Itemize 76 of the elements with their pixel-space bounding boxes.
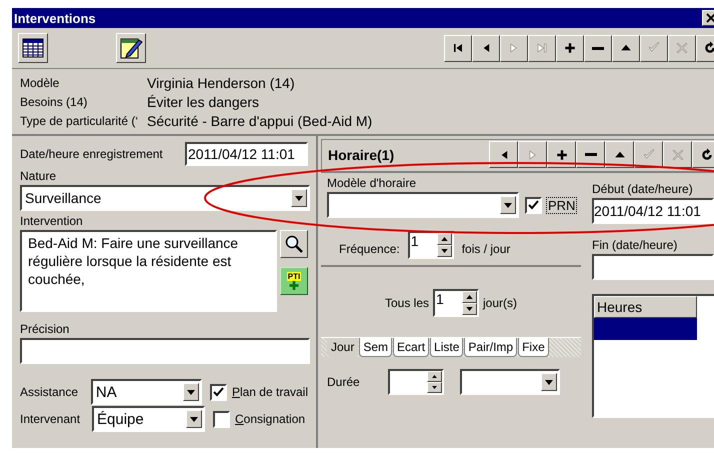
close-icon <box>705 12 714 24</box>
tab[interactable]: Liste <box>430 338 464 357</box>
checkbox-label[interactable]: Plan de travail <box>232 385 308 399</box>
unit-label: jour(s) <box>483 296 518 310</box>
field-label: Date/heure enregistrement <box>20 147 163 161</box>
checkbox[interactable] <box>210 384 227 400</box>
checkbox-label[interactable]: Consignation <box>235 412 306 426</box>
cross-icon <box>674 40 690 56</box>
info-value: Virginia Henderson (14) <box>147 75 296 92</box>
field-label: Début (date/heure) <box>592 182 694 196</box>
dropdown-arrow-icon <box>295 196 303 200</box>
unit-label: fois / jour <box>462 242 510 256</box>
frequency-spinner[interactable]: 1 <box>408 231 454 259</box>
checkbox[interactable] <box>525 196 542 214</box>
plus-button[interactable] <box>547 141 576 168</box>
plus-button[interactable] <box>556 34 584 62</box>
first-record-button[interactable] <box>444 34 472 62</box>
table-view-button[interactable] <box>18 33 48 63</box>
dropdown-arrow-icon <box>187 390 196 394</box>
edit-button[interactable] <box>116 33 146 63</box>
checkbox[interactable] <box>213 410 230 428</box>
field-label: Intervenant <box>20 412 82 426</box>
duration-unit-dropdown[interactable] <box>460 369 560 395</box>
info-value: Éviter les dangers <box>147 94 260 111</box>
assign-dropdown[interactable]: NA <box>90 379 202 405</box>
field-label: Fréquence: <box>339 242 400 256</box>
interval-spinner[interactable]: 1 <box>433 289 479 317</box>
start-date-field[interactable]: 2011/04/12 11:01 <box>592 198 714 224</box>
tab[interactable]: Ecart <box>393 338 430 357</box>
field-label: Tous les <box>384 296 429 310</box>
dropdown-arrow-icon <box>544 380 553 384</box>
search-button[interactable] <box>280 230 308 258</box>
field-label: Assistance <box>20 385 80 399</box>
minus-button[interactable] <box>584 34 612 62</box>
field-label: Intervention <box>20 214 84 228</box>
field-label: Fin (date/heure) <box>592 238 678 252</box>
panel-title: Horaire(1) <box>328 146 394 162</box>
up-arrow-button[interactable] <box>612 34 640 62</box>
field-label: Durée <box>327 375 360 389</box>
info-label: Modèle <box>20 75 60 92</box>
minus-icon <box>592 46 604 50</box>
duration-spinner[interactable] <box>388 369 444 395</box>
minus-icon <box>584 153 596 156</box>
pti-add-button[interactable]: PTI <box>280 267 308 295</box>
tab[interactable]: Fixe <box>518 338 549 357</box>
plus-icon <box>562 40 578 56</box>
minus-button[interactable] <box>576 141 605 168</box>
tab[interactable]: Sem <box>359 338 392 357</box>
previous-button[interactable] <box>489 141 518 168</box>
date-field[interactable]: 2011/04/12 11:01 <box>185 142 308 166</box>
dropdown-arrow-icon <box>190 416 198 422</box>
dropdown-arrow-icon <box>504 202 512 208</box>
assign-dropdown[interactable]: Équipe <box>92 406 205 432</box>
previous-button[interactable] <box>472 34 500 62</box>
precision-field[interactable] <box>20 338 310 364</box>
info-label: Type de particularité (‘ <box>20 113 140 130</box>
schedule-model-dropdown[interactable] <box>327 192 519 218</box>
tab[interactable]: Pair/Imp <box>464 338 518 357</box>
up-arrow-button[interactable] <box>605 141 634 168</box>
end-date-field[interactable] <box>592 254 714 280</box>
checkbox-label[interactable]: PRN <box>546 196 578 214</box>
refresh-button[interactable] <box>692 141 714 168</box>
plus-icon <box>289 281 299 290</box>
tab[interactable]: Jour <box>327 338 358 357</box>
notepad-pencil-icon <box>119 36 143 60</box>
column-header[interactable]: Heures <box>594 296 697 318</box>
field-label: Modèle d'horaire <box>327 176 418 190</box>
search-icon <box>284 234 304 254</box>
nature-dropdown[interactable]: Surveillance <box>20 185 310 211</box>
info-label: Besoins (14) <box>20 94 88 111</box>
field-label: Précision <box>20 322 70 336</box>
field-label: Nature <box>20 169 58 183</box>
info-value: Sécurité - Barre d'appui (Bed-Aid M) <box>147 113 374 130</box>
table-grid-icon <box>22 38 44 58</box>
intervention-textarea[interactable]: Bed-Aid M: Faire une surveillance régulière lorsque la résidente est couchée, <box>20 230 277 312</box>
window-title: Interventions <box>13 10 96 26</box>
